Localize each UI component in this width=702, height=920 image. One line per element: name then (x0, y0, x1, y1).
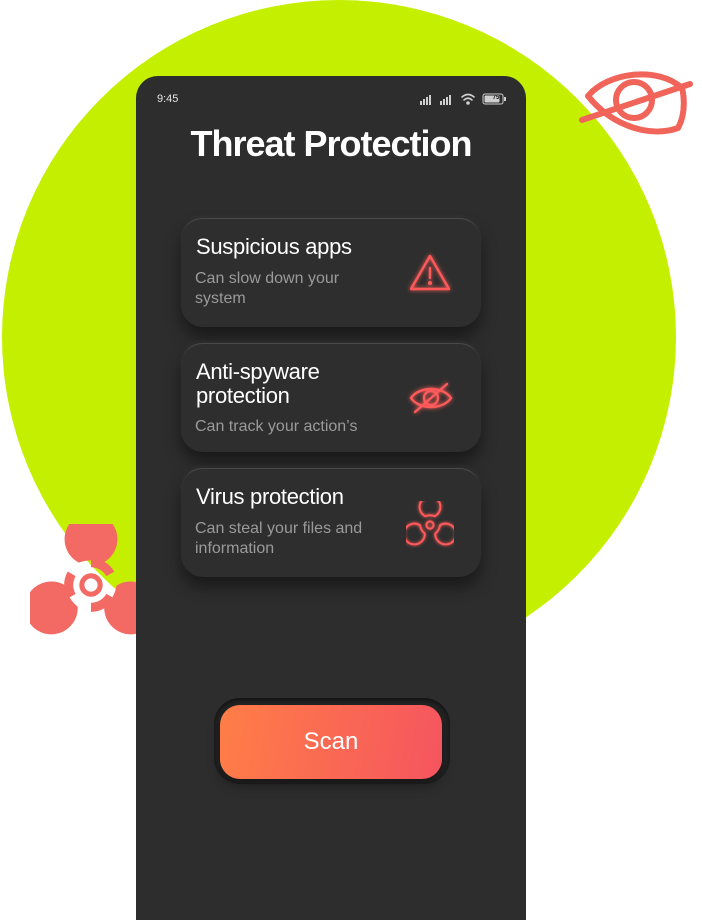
card-description: Can steal your files and information (195, 520, 363, 557)
battery-level: 75 (492, 95, 500, 101)
eye-off-icon (409, 382, 453, 414)
card-description: Can track your action’s (195, 418, 358, 435)
card-virus-protection[interactable]: Virus protection Can steal your files an… (181, 468, 481, 577)
signal-icon (440, 95, 451, 105)
card-suspicious-apps[interactable]: Suspicious apps Can slow down your syste… (181, 218, 481, 327)
biohazard-icon (406, 501, 454, 546)
wifi-icon (461, 93, 475, 105)
status-time: 9:45 (157, 93, 179, 105)
scan-button[interactable]: Scan (220, 705, 442, 779)
status-bar: 9:45 75 (136, 76, 526, 120)
biohazard-icon (30, 524, 152, 635)
card-anti-spyware[interactable]: Anti-spyware protection Can track your a… (181, 343, 481, 452)
card-title: Suspicious apps (196, 234, 352, 259)
signal-icon (420, 95, 431, 105)
page-title: Threat Protection (190, 123, 472, 164)
eye-off-icon (579, 71, 693, 135)
card-title: Anti-spyware protection (196, 359, 320, 408)
card-title: Virus protection (196, 484, 344, 509)
card-description: Can slow down your system (195, 270, 340, 307)
phone-screen: 9:45 75 Threat Protection Suspicious app… (136, 76, 526, 920)
warning-triangle-icon (409, 254, 451, 291)
